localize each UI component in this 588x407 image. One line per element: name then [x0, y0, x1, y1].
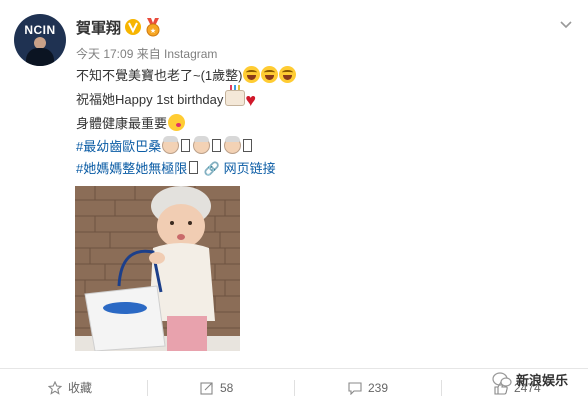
comment-button[interactable]: 239	[348, 369, 388, 407]
verified-badge-icon	[125, 19, 141, 35]
grandma-emoji-icon	[224, 136, 242, 154]
watermark: 新浪娱乐	[492, 370, 568, 389]
missing-glyph-icon	[212, 139, 222, 152]
missing-glyph-icon	[243, 139, 253, 152]
grandma-emoji-icon	[162, 136, 180, 154]
divider	[294, 380, 295, 396]
svg-text:★: ★	[150, 27, 156, 35]
post-text-line-2: 祝福她Happy 1st birthday ♥	[76, 85, 257, 110]
username[interactable]: 賀軍翔	[76, 17, 121, 38]
hashtag-link[interactable]: #最幼齒歐巴桑	[76, 139, 161, 154]
missing-glyph-icon	[181, 139, 191, 152]
favorite-button[interactable]: 收藏	[47, 369, 92, 407]
divider	[147, 380, 148, 396]
post-photo[interactable]	[75, 186, 240, 351]
web-link[interactable]: 🔗 网页链接	[204, 161, 276, 176]
laughing-emoji-icon	[243, 66, 261, 83]
post-source: 来自 Instagram	[136, 47, 218, 61]
medal-icon: ★	[146, 18, 160, 37]
post-text-line-4: #最幼齒歐巴桑	[76, 136, 254, 157]
post-text-line-3: 身體健康最重要	[76, 114, 186, 134]
divider	[441, 380, 442, 396]
birthday-cake-icon	[225, 85, 246, 106]
forward-button[interactable]: 58	[200, 369, 233, 407]
hashtag-link[interactable]: #她媽媽整她無極限	[76, 161, 187, 176]
laughing-emoji-icon	[261, 66, 279, 83]
post-meta: 今天 17:09 来自 Instagram	[76, 45, 217, 62]
star-icon	[47, 380, 63, 395]
post-text-line-5: #她媽媽整她無極限 🔗 网页链接	[76, 159, 276, 179]
missing-glyph-icon	[189, 161, 199, 174]
comment-icon	[348, 382, 362, 396]
avatar-brand-text: NCIN	[24, 23, 56, 37]
heart-icon: ♥	[245, 90, 257, 110]
link-icon: 🔗	[203, 161, 221, 176]
post-text-line-1: 不知不覺美寶也老了~(1歲整)	[76, 66, 297, 86]
grandma-emoji-icon	[193, 136, 211, 154]
kiss-emoji-icon	[168, 114, 186, 131]
laughing-emoji-icon	[279, 66, 297, 83]
chevron-down-icon[interactable]	[558, 16, 574, 32]
forward-icon	[200, 382, 213, 395]
avatar[interactable]: NCIN	[14, 14, 66, 66]
wechat-icon	[492, 372, 512, 387]
post-timestamp[interactable]: 今天 17:09	[76, 47, 133, 61]
